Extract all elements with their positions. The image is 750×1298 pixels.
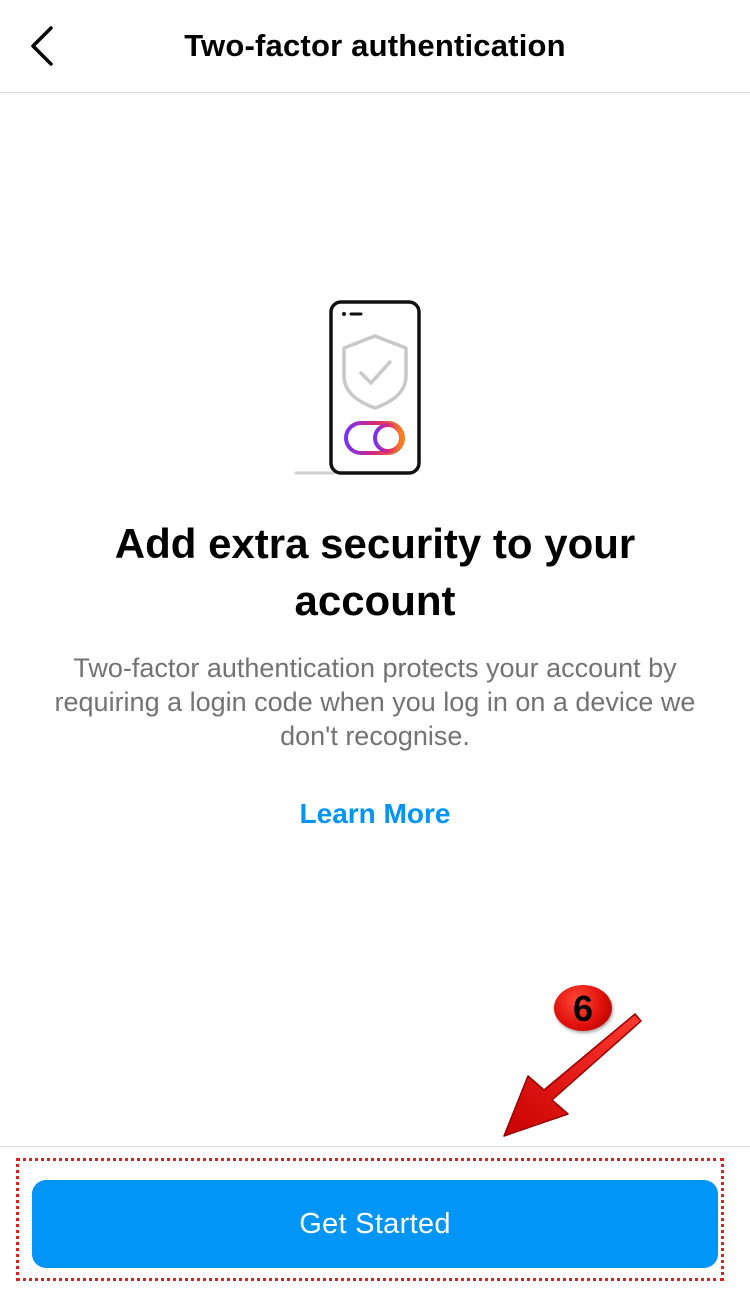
step-badge: 6: [554, 985, 612, 1031]
step-number: 6: [572, 988, 594, 1029]
screen: Two-factor authentication Add extra secu…: [0, 0, 750, 1298]
footer-divider: [0, 1146, 750, 1147]
description: Two-factor authentication protects your …: [54, 653, 696, 751]
phone-shield-toggle-icon: [290, 298, 430, 480]
learn-more-link-row: Learn More: [0, 798, 750, 830]
learn-more-link[interactable]: Learn More: [300, 798, 451, 829]
header: Two-factor authentication: [0, 0, 750, 93]
get-started-button[interactable]: Get Started: [32, 1180, 718, 1268]
page-title: Two-factor authentication: [184, 28, 566, 63]
headline: Add extra security to your account: [114, 520, 636, 624]
